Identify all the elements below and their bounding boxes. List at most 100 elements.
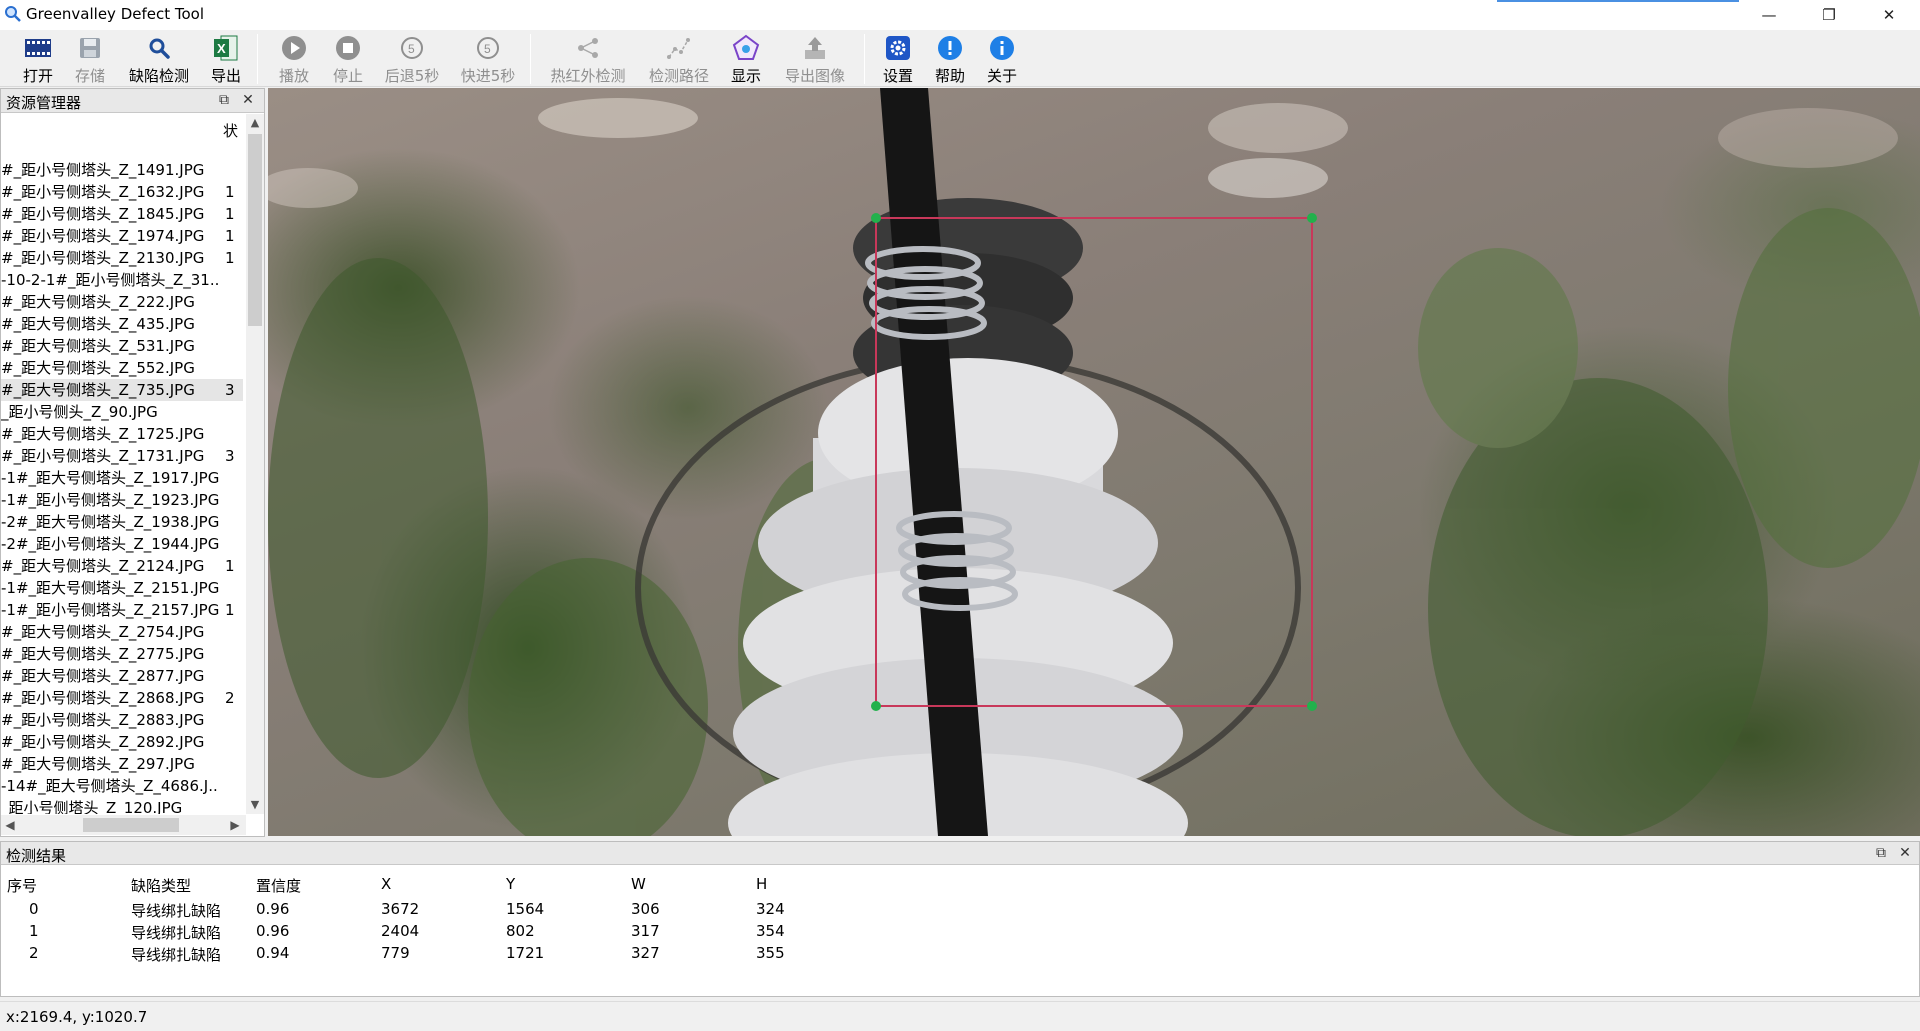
stop-button[interactable]: 停止 xyxy=(330,34,366,86)
detect-defects-button[interactable]: 缺陷检测 xyxy=(126,34,192,86)
scroll-thumb[interactable] xyxy=(248,134,262,326)
save-button[interactable]: 存储 xyxy=(72,34,108,86)
file-list-item[interactable]: -1#_距小号侧塔头_Z_2157.JPG 1 xyxy=(1,599,243,621)
file-list-item[interactable]: #_距大号侧塔头_Z_2877.JPG xyxy=(1,665,243,687)
file-list-item[interactable]: -2#_距小号侧塔头_Z_1944.JPG xyxy=(1,533,243,555)
file-list-item[interactable]: #_距小号侧塔头_Z_2130.JPG 1 xyxy=(1,247,243,269)
export-button[interactable]: X 导出 xyxy=(208,34,244,86)
file-list-item[interactable]: #_距大号侧塔头_Z_222.JPG xyxy=(1,291,243,313)
help-button[interactable]: 帮助 xyxy=(932,34,968,86)
about-button[interactable]: 关于 xyxy=(984,34,1020,86)
file-name: #_距小号侧塔头_Z_1491.JPG xyxy=(1,161,205,179)
light-patches xyxy=(268,98,1898,208)
column-y-header[interactable]: Y xyxy=(506,875,515,893)
resize-handle[interactable] xyxy=(1307,701,1317,711)
file-name: #_距大号侧塔头_Z_735.JPG xyxy=(1,381,195,399)
file-name: #_距小号侧塔头_Z_1845.JPG xyxy=(1,205,205,223)
file-list-item[interactable]: -14#_距大号侧塔头_Z_4686.J... xyxy=(1,775,243,797)
file-list-item[interactable]: #_距小号侧塔头_Z_2883.JPG xyxy=(1,709,243,731)
column-confidence-header[interactable]: 置信度 xyxy=(256,875,301,896)
file-name: -2#_距小号侧塔头_Z_1944.JPG xyxy=(1,535,219,553)
file-list-item[interactable]: #_距小号侧塔头_Z_1845.JPG 1 xyxy=(1,203,243,225)
file-list-item[interactable]: #_距大号侧塔头_Z_297.JPG xyxy=(1,753,243,775)
status-column-header[interactable]: 状 xyxy=(223,120,238,141)
float-panel-icon[interactable]: ⧉ xyxy=(1872,844,1890,862)
horizontal-scrollbar[interactable]: ◀ ▶ xyxy=(1,815,246,835)
toolbar-separator xyxy=(864,34,865,84)
minimize-button[interactable]: — xyxy=(1746,0,1792,30)
file-list-item[interactable]: #_距小号侧塔头_Z_2868.JPG 2 xyxy=(1,687,243,709)
column-defect-type-header[interactable]: 缺陷类型 xyxy=(131,875,191,896)
export-image-button[interactable]: 导出图像 xyxy=(784,34,846,86)
file-list-item[interactable]: #_距大号侧塔头_Z_435.JPG xyxy=(1,313,243,335)
file-list-item[interactable]: #_距大号侧塔头_Z_2124.JPG 1 xyxy=(1,555,243,577)
column-h-header[interactable]: H xyxy=(756,875,767,893)
resize-handle[interactable] xyxy=(871,213,881,223)
forward-5s-button[interactable]: 5 快进5秒 xyxy=(460,34,516,86)
settings-label: 设置 xyxy=(882,67,913,85)
file-list-item[interactable]: -1#_距大号侧塔头_Z_2151.JPG xyxy=(1,577,243,599)
file-name: -1#_距小号侧塔头_Z_2157.JPG xyxy=(1,601,219,619)
file-name: -2#_距大号侧塔头_Z_1938.JPG xyxy=(1,513,219,531)
file-list-item[interactable]: -1#_距小号侧塔头_Z_1923.JPG xyxy=(1,489,243,511)
restore-button[interactable]: ❐ xyxy=(1806,0,1852,30)
detection-path-label: 检测路径 xyxy=(648,67,709,85)
file-list-item[interactable]: #_距小号侧塔头_Z_1491.JPG xyxy=(1,159,243,181)
cursor-coordinates: x:2169.4, y:1020.7 xyxy=(6,1008,148,1026)
file-list-item[interactable]: #_距大号侧塔头_Z_2775.JPG xyxy=(1,643,243,665)
file-list-item[interactable]: #_距大号侧塔头_Z_2754.JPG xyxy=(1,621,243,643)
file-list-item[interactable]: -2#_距大号侧塔头_Z_1938.JPG xyxy=(1,511,243,533)
file-name: #_距大号侧塔头_Z_297.JPG xyxy=(1,755,195,773)
detect-defects-label: 缺陷检测 xyxy=(128,67,189,85)
file-list-item[interactable]: #_距小号侧塔头_Z_1632.JPG 1 xyxy=(1,181,243,203)
file-list[interactable]: 状 #_距小号侧塔头_Z_1491.JPG #_距小号侧塔头_Z_1632.JPG… xyxy=(1,114,246,814)
play-button[interactable]: 播放 xyxy=(276,34,312,86)
file-status: 1 xyxy=(225,557,235,575)
resize-handle[interactable] xyxy=(871,701,881,711)
table-cell: 802 xyxy=(506,922,535,940)
scroll-down-icon[interactable]: ▼ xyxy=(246,796,264,814)
file-list-item[interactable]: #_距小号侧塔头_Z_1731.JPG 3 xyxy=(1,445,243,467)
scroll-right-icon[interactable]: ▶ xyxy=(226,815,244,835)
table-cell: 0.96 xyxy=(256,900,290,918)
file-name: #_距小号侧塔头_Z_2868.JPG xyxy=(1,689,205,707)
file-name: #_距大号侧塔头_Z_552.JPG xyxy=(1,359,195,377)
resize-handle[interactable] xyxy=(1307,213,1317,223)
file-list-item[interactable]: _距小号侧头_Z_90.JPG xyxy=(1,401,243,423)
file-list-item[interactable]: _距小号侧塔头_Z_120.JPG xyxy=(1,797,243,814)
rewind-5s-button[interactable]: 5 后退5秒 xyxy=(384,34,440,86)
thermal-detect-button[interactable]: 热红外检测 xyxy=(550,34,626,86)
file-list-item[interactable]: -10-2-1#_距小号侧塔头_Z_31... xyxy=(1,269,243,291)
close-panel-icon[interactable]: ✕ xyxy=(1896,844,1914,862)
open-button[interactable]: 打开 xyxy=(20,34,56,86)
file-list-item[interactable]: #_距小号侧塔头_Z_1974.JPG 1 xyxy=(1,225,243,247)
table-cell: 306 xyxy=(631,900,660,918)
column-x-header[interactable]: X xyxy=(381,875,391,893)
vertical-scrollbar[interactable]: ▲ ▼ xyxy=(246,114,264,814)
scroll-up-icon[interactable]: ▲ xyxy=(246,114,264,132)
close-button[interactable]: ✕ xyxy=(1866,0,1912,30)
display-button[interactable]: 显示 xyxy=(728,34,764,86)
image-viewer[interactable] xyxy=(268,88,1920,836)
float-panel-icon[interactable]: ⧉ xyxy=(215,91,233,109)
file-list-item[interactable]: #_距大号侧塔头_Z_531.JPG xyxy=(1,335,243,357)
file-name: #_距大号侧塔头_Z_435.JPG xyxy=(1,315,195,333)
file-name: #_距大号侧塔头_Z_2775.JPG xyxy=(1,645,205,663)
column-index-header[interactable]: 序号 xyxy=(7,875,37,896)
settings-button[interactable]: 设置 xyxy=(880,34,916,86)
save-label: 存储 xyxy=(74,67,105,85)
file-name: _距小号侧塔头_Z_120.JPG xyxy=(1,799,183,814)
file-list-item[interactable]: #_距大号侧塔头_Z_1725.JPG xyxy=(1,423,243,445)
explorer-title: 资源管理器 xyxy=(6,94,82,112)
column-w-header[interactable]: W xyxy=(631,875,646,893)
scroll-thumb-horizontal[interactable] xyxy=(83,818,179,832)
scroll-left-icon[interactable]: ◀ xyxy=(1,815,19,835)
close-panel-icon[interactable]: ✕ xyxy=(239,91,257,109)
file-list-item[interactable]: #_距大号侧塔头_Z_735.JPG 3 xyxy=(1,379,243,401)
file-list-item[interactable]: #_距大号侧塔头_Z_552.JPG xyxy=(1,357,243,379)
file-list-item[interactable]: #_距小号侧塔头_Z_2892.JPG xyxy=(1,731,243,753)
detection-path-button[interactable]: 检测路径 xyxy=(648,34,710,86)
table-cell: 2404 xyxy=(381,922,420,940)
file-name: #_距大号侧塔头_Z_2754.JPG xyxy=(1,623,205,641)
file-list-item[interactable]: -1#_距大号侧塔头_Z_1917.JPG xyxy=(1,467,243,489)
